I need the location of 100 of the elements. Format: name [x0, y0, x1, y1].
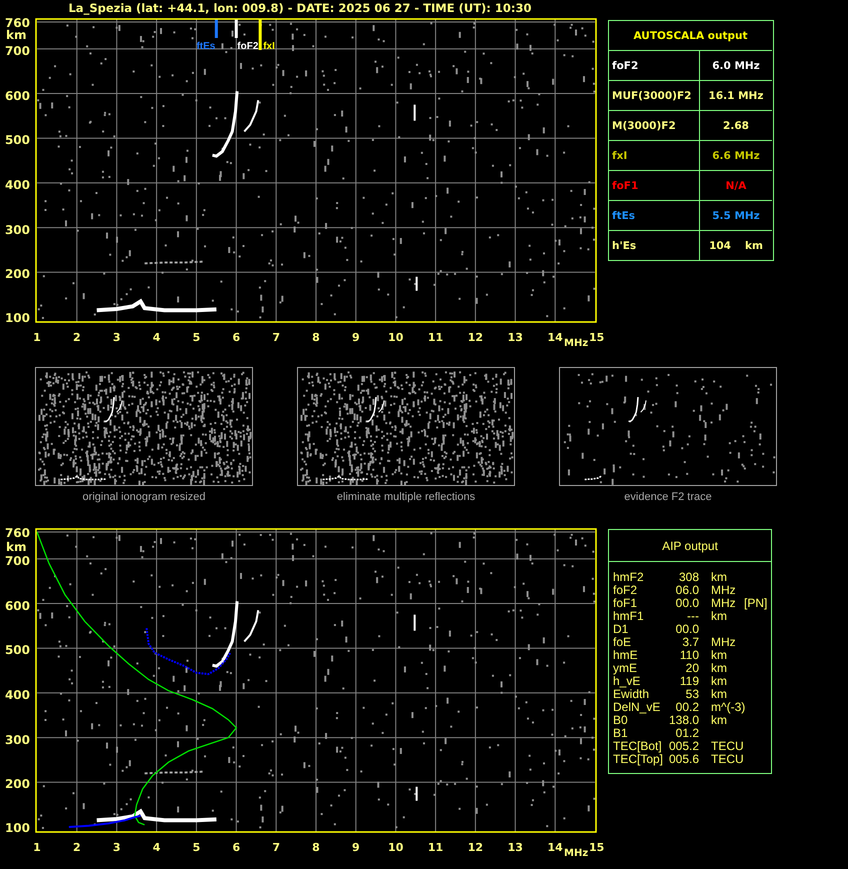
parameter-value: 20: [684, 662, 700, 675]
thumbnail-caption: evidence F2 trace: [624, 491, 712, 503]
parameter-value: ---: [686, 610, 700, 623]
parameter-unit: km: [711, 714, 727, 727]
axis-label: 400: [4, 178, 30, 192]
parameter-unit: km: [711, 610, 728, 623]
axis-label: 3: [112, 841, 121, 854]
axis-label: 11: [428, 331, 444, 344]
parameter-unit: m^(-3): [711, 701, 744, 714]
parameter-name: hmF2: [613, 571, 645, 584]
parameter-name: h'Es: [612, 240, 636, 252]
panel-title: AIP output: [609, 530, 771, 562]
parameter-unit: km: [711, 571, 728, 584]
parameter-name: ftEs: [612, 210, 636, 222]
axis-label: 6: [232, 841, 240, 854]
parameter-name: hmF1: [613, 610, 645, 623]
axis-label: 10: [388, 841, 404, 854]
axis-label: 13: [508, 841, 523, 854]
parameter-unit: MHz: [711, 636, 737, 649]
parameter-value: 5.5 MHz: [712, 210, 760, 222]
axis-label: 300: [4, 223, 30, 237]
parameter-name: DelN_vE: [613, 701, 662, 714]
parameter-name: TEC[Top]: [613, 753, 664, 766]
axis-label: 12: [468, 841, 484, 854]
parameter-value: 308: [678, 571, 700, 584]
axis-unit: km: [6, 28, 26, 42]
axis-label: 9: [352, 841, 360, 854]
parameter-name: MUF(3000)F2: [612, 90, 692, 102]
parameter-name: TEC[Bot]: [613, 740, 663, 753]
parameter-unit: km: [711, 649, 728, 662]
axis-label: 14: [547, 841, 563, 854]
axis-label: 8: [312, 841, 320, 854]
thumbnail-caption: eliminate multiple reflections: [336, 491, 476, 503]
thumbnail-caption: original ionogram resized: [82, 491, 206, 503]
parameter-name: foF2: [613, 584, 638, 597]
marker-label: fxI: [263, 41, 275, 52]
parameter-value: 53: [684, 688, 700, 701]
axis-label: 760: [4, 526, 30, 540]
axis-label: 5: [192, 331, 200, 344]
parameter-value: 005.2: [668, 740, 700, 753]
axis-label: 300: [4, 733, 30, 747]
parameter-name: foE: [613, 636, 632, 649]
parameter-name: foF1: [613, 597, 638, 610]
axis-label: 2: [73, 841, 81, 854]
parameter-value: 110: [678, 649, 700, 662]
parameter-unit: TECU: [711, 753, 744, 766]
axis-label: 15: [589, 331, 604, 344]
axis-label: 760: [4, 16, 30, 30]
parameter-unit: km: [711, 675, 728, 688]
axis-label: 10: [388, 331, 404, 344]
axis-label: 2: [73, 331, 81, 344]
axis-label: 5: [192, 841, 200, 854]
parameter-unit: TECU: [711, 740, 744, 753]
parameter-name: fxI: [612, 150, 628, 162]
parameter-value: 06.0: [674, 584, 700, 597]
axis-label: 11: [428, 841, 444, 854]
axis-label: 12: [468, 331, 484, 344]
parameter-value: 005.6: [668, 753, 700, 766]
parameter-value: 104: [709, 240, 731, 252]
parameter-name: h_vE: [613, 675, 642, 688]
parameter-name: B1: [613, 727, 629, 740]
axis-label: 400: [4, 688, 30, 702]
axis-label: 3: [112, 331, 121, 344]
axis-label: 7: [272, 841, 280, 854]
parameter-name: D1: [613, 623, 630, 636]
axis-label: 13: [508, 331, 523, 344]
axis-label: 600: [4, 89, 30, 103]
axis-label: 100: [4, 821, 30, 835]
axis-label: 8: [312, 331, 320, 344]
parameter-value: 3.7: [681, 636, 700, 649]
axis-label: 200: [4, 777, 30, 791]
axis-label: 6: [232, 331, 240, 344]
parameter-note: [PN]: [744, 597, 768, 610]
parameter-name: ymE: [613, 662, 638, 675]
axis-label: 9: [352, 331, 360, 344]
parameter-unit: MHz: [711, 584, 737, 597]
axis-label: 500: [4, 133, 30, 147]
parameter-value: 119: [678, 675, 700, 688]
window-title: La_Spezia (lat: +44.1, lon: 009.8) - DATE: 2025 06 27 - TIME (UT): 10:30: [67, 0, 533, 15]
parameter-name: M(3000)F2: [612, 120, 676, 132]
axis-label: 600: [4, 599, 30, 613]
parameter-name: Ewidth: [613, 688, 650, 701]
parameter-value: 00.0: [674, 623, 700, 636]
parameter-value: 6.0 MHz: [712, 60, 760, 72]
parameter-name: foF2: [612, 60, 638, 72]
axis-label: 700: [4, 554, 30, 568]
parameter-value: 138.0: [668, 714, 700, 727]
parameter-unit: km: [744, 240, 763, 252]
parameter-value: 16.1 MHz: [708, 90, 764, 102]
axis-label: 4: [152, 841, 160, 854]
parameter-name: hmE: [613, 649, 639, 662]
axis-label: 1: [33, 841, 41, 854]
axis-label: 15: [589, 841, 604, 854]
parameter-value: N/A: [726, 180, 746, 192]
marker-label: ftEs: [196, 41, 216, 52]
parameter-unit: km: [711, 662, 728, 675]
parameter-unit: km: [711, 688, 728, 701]
axis-label: 14: [547, 331, 563, 344]
axis-label: 7: [272, 331, 280, 344]
axis-unit: km: [6, 540, 26, 554]
